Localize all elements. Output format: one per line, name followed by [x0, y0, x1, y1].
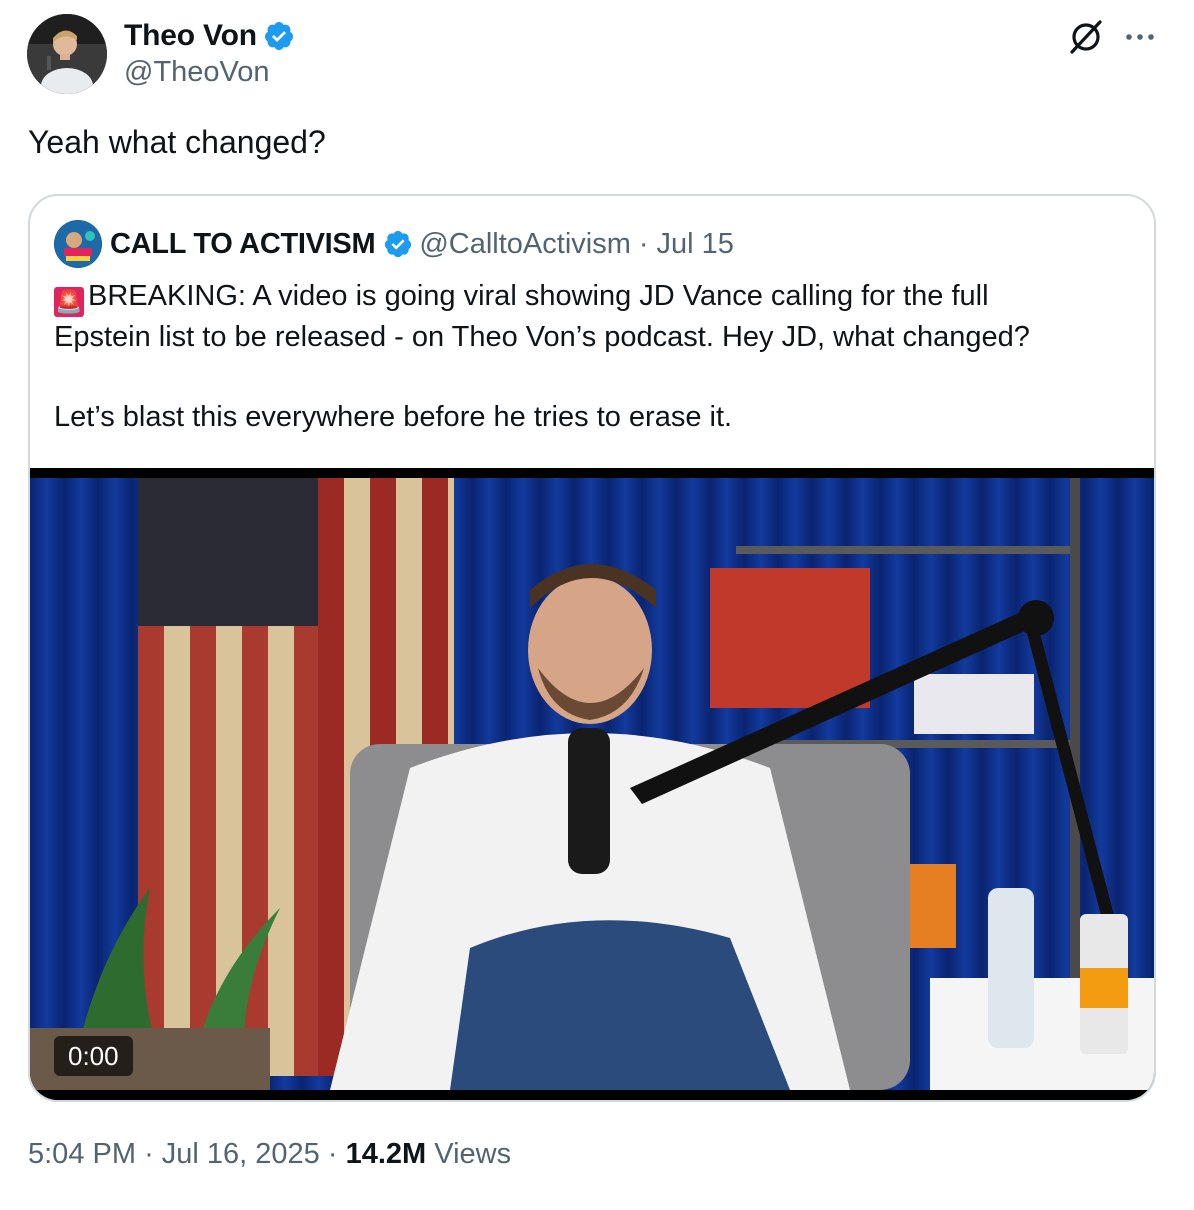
quoted-handle[interactable]: @CalltoActivism	[419, 228, 631, 261]
video-frame	[30, 468, 1154, 1100]
views-label: Views	[434, 1138, 512, 1170]
quoted-tweet[interactable]: CALL TO ACTIVISM @CalltoActivism · Jul 1…	[28, 194, 1156, 1102]
quoted-line-3: Let’s blast this everywhere before he tr…	[54, 401, 733, 433]
grok-icon[interactable]	[1067, 18, 1105, 56]
verified-badge-icon	[385, 230, 412, 258]
author-avatar[interactable]	[27, 14, 107, 94]
tweet-time[interactable]: 5:04 PM	[28, 1138, 136, 1170]
quoted-header: CALL TO ACTIVISM @CalltoActivism · Jul 1…	[110, 222, 734, 266]
meta-separator: ·	[144, 1138, 154, 1170]
author-name-row: Theo Von	[124, 16, 295, 56]
video-timestamp: 0:00	[54, 1036, 133, 1076]
more-icon[interactable]	[1122, 22, 1158, 52]
tweet: Theo Von @TheoVon Yeah what changed? CAL…	[0, 0, 1194, 1210]
tweet-text: Yeah what changed?	[28, 124, 326, 160]
verified-badge-icon	[264, 22, 293, 50]
quoted-separator: ·	[638, 227, 649, 260]
quoted-date[interactable]: Jul 15	[657, 228, 734, 261]
video-player[interactable]: 0:00	[30, 468, 1154, 1100]
tweet-meta: 5:04 PM · Jul 16, 2025 · 14.2M Views	[28, 1138, 511, 1171]
quoted-text: 🚨 BREAKING: A video is going viral showin…	[54, 276, 1134, 437]
quoted-avatar[interactable]	[54, 220, 102, 268]
meta-separator: ·	[327, 1138, 338, 1170]
views-count: 14.2M	[345, 1138, 427, 1170]
quoted-display-name[interactable]: CALL TO ACTIVISM	[110, 228, 376, 261]
tweet-date[interactable]: Jul 16, 2025	[162, 1138, 320, 1170]
quoted-line-2: Epstein list to be released - on Theo Vo…	[54, 321, 1030, 353]
siren-emoji: 🚨	[54, 287, 84, 317]
author-handle[interactable]: @TheoVon	[124, 56, 270, 89]
author-display-name[interactable]: Theo Von	[124, 19, 257, 53]
quoted-line-1: BREAKING: A video is going viral showing…	[88, 280, 989, 312]
